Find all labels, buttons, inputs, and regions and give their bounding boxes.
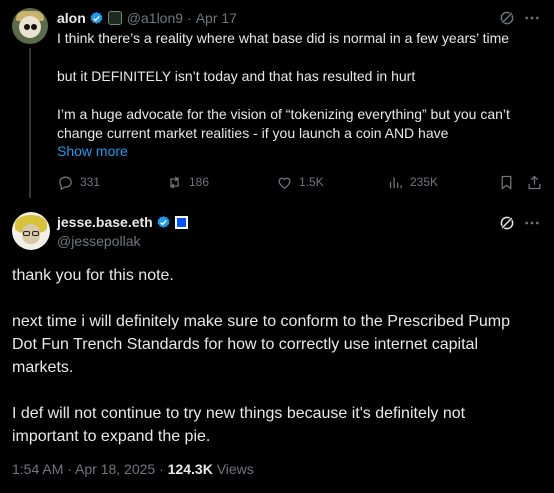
repost-count: 186 <box>189 175 210 189</box>
views-label: Views <box>212 461 254 477</box>
tweet-timestamp[interactable]: 1:54 AM · Apr 18, 2025 · <box>12 461 168 477</box>
views-button[interactable]: 235K <box>387 172 438 192</box>
affiliate-badge-icon[interactable] <box>107 11 122 25</box>
parent-handle[interactable]: @a1lon9 <box>127 10 183 26</box>
main-display-name[interactable]: jesse.base.eth <box>57 214 153 230</box>
views-icon <box>389 177 402 188</box>
more-icon[interactable] <box>522 214 542 232</box>
parent-action-bar: 331 186 1.5K 235K <box>57 172 542 192</box>
parent-header: alon @a1lon9 · Apr 17 <box>57 9 237 27</box>
main-name-row: jesse.base.eth <box>57 214 188 230</box>
tweet-line: markets. <box>12 359 74 376</box>
like-icon <box>278 177 291 189</box>
tweet-line: important to expand the pie. <box>12 428 211 445</box>
tweet-line: change current market realities - if you… <box>57 125 449 141</box>
grok-icon[interactable] <box>498 9 516 27</box>
bookmark-button[interactable] <box>498 172 515 192</box>
bookmark-icon <box>501 175 512 190</box>
avatar-eye <box>31 24 37 30</box>
tweet-line: next time i will definitely make sure to… <box>12 313 510 330</box>
tweet-line: thank you for this note. <box>12 267 174 284</box>
parent-tweet[interactable]: alon @a1lon9 · Apr 17 I think there’s a … <box>0 0 554 200</box>
like-button[interactable]: 1.5K <box>276 172 324 192</box>
repost-icon <box>170 175 179 189</box>
tweet-line: but it DEFINITELY isn’t today and that h… <box>57 68 416 84</box>
like-count: 1.5K <box>299 175 324 189</box>
main-tweet-text: thank you for this note. next time i wil… <box>12 264 542 448</box>
more-icon[interactable] <box>522 9 542 27</box>
verified-icon <box>90 11 103 24</box>
avatar-glasses <box>32 231 39 236</box>
tweet-line: I def will not continue to try new thing… <box>12 405 466 422</box>
share-button[interactable] <box>526 172 543 192</box>
separator-dot: · <box>187 10 192 26</box>
base-affiliate-icon[interactable] <box>174 215 188 229</box>
avatar-eye <box>24 24 30 30</box>
tweet-line: Dot Fun Trench Standards for how to corr… <box>12 336 479 353</box>
parent-tweet-text: I think there’s a reality where what bas… <box>57 29 542 143</box>
grok-icon[interactable] <box>498 214 516 232</box>
tweet-line: I’m a huge advocate for the vision of “t… <box>57 106 510 122</box>
main-tweet[interactable]: jesse.base.eth @jessepollak thank you fo… <box>0 200 554 493</box>
views-count: 124.3K <box>167 461 213 477</box>
avatar-face <box>19 16 41 38</box>
reply-icon <box>59 176 72 190</box>
parent-avatar[interactable] <box>12 8 48 44</box>
views-count: 235K <box>410 175 439 189</box>
main-handle[interactable]: @jessepollak <box>57 233 140 249</box>
parent-date[interactable]: Apr 17 <box>196 10 237 26</box>
parent-display-name[interactable]: alon <box>57 10 86 26</box>
main-avatar[interactable] <box>12 212 50 250</box>
repost-button[interactable]: 186 <box>166 172 209 192</box>
thread-connector-line <box>29 48 31 198</box>
share-icon <box>528 175 541 189</box>
verified-icon <box>157 215 170 228</box>
tweet-line: I think there’s a reality where what bas… <box>57 30 510 46</box>
show-more-link[interactable]: Show more <box>57 143 128 159</box>
reply-count: 331 <box>80 175 101 189</box>
avatar-glasses <box>23 231 30 236</box>
reply-button[interactable]: 331 <box>57 172 100 192</box>
tweet-metadata: 1:54 AM · Apr 18, 2025 · 124.3K Views <box>12 461 254 477</box>
